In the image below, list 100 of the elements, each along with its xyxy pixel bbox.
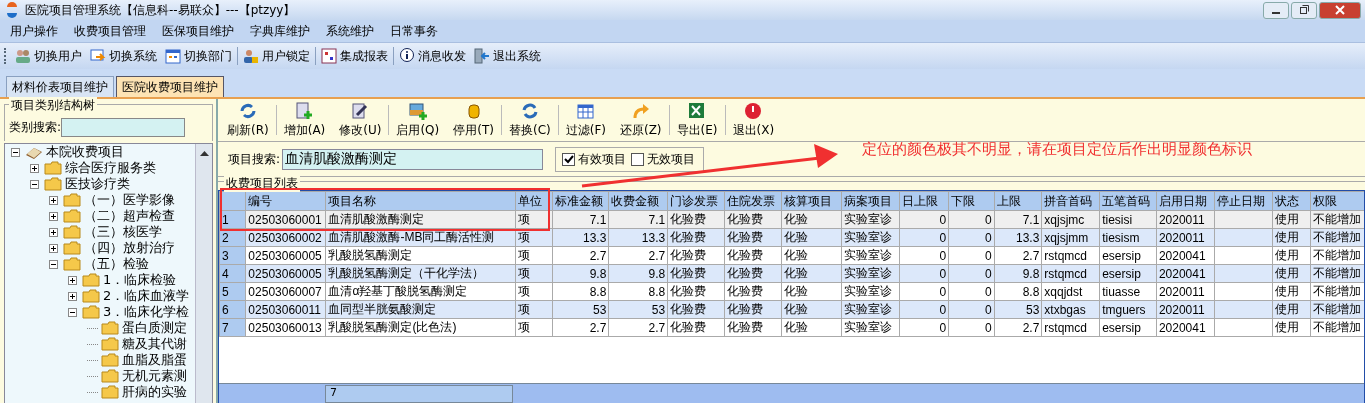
tree-item[interactable]: （四）放射治疗	[84, 239, 175, 257]
table-row[interactable]: 1 02503060001 血清肌酸激酶测定 项 7.1 7.1 化验费 化验费 化验 实验室诊 0 0 7.1 xqjsjmc tiesisi 2020011 使用 不能增加	[219, 210, 1364, 229]
minimize-icon	[1272, 12, 1280, 14]
menu-item[interactable]: 系统维护	[318, 22, 382, 40]
door-arrow-icon	[474, 48, 490, 64]
table-row[interactable]: 7 02503060013 乳酸脱氢酶测定(比色法) 项 2.7 2.7 化验费 化验费 化验 实验室诊 0 0 2.7 rstqmcd esersip 2020041 使用 不能增加	[219, 318, 1364, 337]
column-header[interactable]: 收费金额	[608, 191, 668, 211]
tree-item[interactable]: 蛋白质测定	[122, 319, 187, 337]
toolbar-button[interactable]: 集成报表	[318, 47, 391, 65]
table-cell: 项	[515, 318, 553, 337]
panel-title: 项目类别结构树	[9, 97, 97, 114]
menu-item[interactable]: 字典库维护	[242, 22, 318, 40]
expander-icon[interactable]	[30, 179, 41, 189]
column-header[interactable]: 拼音首码	[1041, 191, 1100, 211]
toolbar-button[interactable]: 退出系统	[471, 47, 544, 65]
expander-icon[interactable]	[49, 259, 60, 269]
menu-item[interactable]: 医保项目维护	[154, 22, 242, 40]
toolbar-button[interactable]: 导出(E)	[669, 101, 725, 139]
table-cell: 2.7	[608, 318, 668, 337]
table-row[interactable]: 5 02503060007 血清α羟基丁酸脱氢酶测定 项 8.8 8.8 化验费 化验费 化验 实验室诊 0 0 8.8 xqqjdst tiuasse 2020011 使用 不能增加	[219, 282, 1364, 301]
table-row[interactable]: 4 02503060005 乳酸脱氢酶测定（干化学法） 项 9.8 9.8 化验费 化验费 化验 实验室诊 0 0 9.8 rstqmcd esersip 2020041 使用 不能增加	[219, 264, 1364, 283]
restore-button[interactable]	[1291, 1, 1317, 19]
checkbox[interactable]	[631, 152, 645, 166]
checkbox-label: 有效项目	[578, 150, 627, 168]
expander-icon[interactable]	[49, 227, 60, 237]
column-header[interactable]: 病案项目	[841, 191, 900, 211]
toolbar-button[interactable]: 停用(T)	[446, 101, 501, 139]
tree-item[interactable]: 2．临床血液学	[103, 287, 190, 305]
expander-icon[interactable]	[49, 195, 60, 205]
column-header[interactable]: 标准金额	[552, 191, 609, 211]
minimize-button[interactable]	[1263, 1, 1289, 19]
expander-icon[interactable]	[49, 243, 60, 253]
toolbar-button[interactable]: 修改(U)	[332, 101, 389, 139]
tree-item[interactable]: 3．临床化学检	[103, 303, 190, 321]
toolbar-button[interactable]: 切换用户	[12, 47, 85, 65]
table-row[interactable]: 3 02503060005 乳酸脱氢酶测定 项 2.7 2.7 化验费 化验费 化验 实验室诊 0 0 2.7 rstqmcd esersip 2020041 使用 不能增加	[219, 246, 1364, 265]
tree-item[interactable]: 本院收费项目	[46, 144, 124, 161]
table-cell: 化验费	[667, 282, 725, 301]
category-search-field[interactable]	[61, 118, 186, 137]
table-cell: 02503060005	[245, 246, 326, 265]
column-header[interactable]: 上限	[994, 191, 1042, 211]
tree-item[interactable]: 综合医疗服务类	[65, 159, 156, 177]
expander-icon[interactable]	[68, 307, 79, 317]
table-cell: xqqjdst	[1041, 282, 1100, 301]
expander-icon[interactable]	[49, 211, 60, 221]
folder-icon	[101, 353, 119, 367]
item-search-field[interactable]: 血清肌酸激酶测定	[282, 148, 544, 170]
column-header[interactable]: 权限	[1310, 191, 1364, 211]
tree-item[interactable]: 医技诊疗类	[65, 175, 130, 193]
table-cell: rstqmcd	[1041, 246, 1100, 265]
tab[interactable]: 医院收费项目维护	[116, 76, 224, 97]
toolbar-button[interactable]: 增加(A)	[276, 101, 333, 139]
column-header[interactable]: 停止日期	[1214, 191, 1272, 211]
tree-item[interactable]: （三）核医学	[84, 223, 162, 241]
expander-icon[interactable]	[68, 291, 79, 301]
expander-icon[interactable]	[11, 147, 22, 157]
toolbar-button[interactable]: 过滤(F)	[558, 101, 613, 139]
checkbox[interactable]	[562, 152, 576, 166]
column-header[interactable]: 日上限	[899, 191, 949, 211]
column-header[interactable]: 项目名称	[325, 191, 516, 211]
toolbar-button[interactable]: 退出(X)	[725, 101, 782, 139]
menu-item[interactable]: 收费项目管理	[66, 22, 154, 40]
toolbar-button[interactable]: 消息收发	[396, 47, 469, 65]
tree-item[interactable]: （一）医学影像	[84, 191, 175, 209]
expander-icon[interactable]	[30, 163, 41, 173]
tree-item[interactable]: 糖及其代谢	[122, 335, 187, 353]
table-row[interactable]: 2 02503060002 血清肌酸激酶-MB同工酶活性测 项 13.3 13.3 化验费 化验费 化验 实验室诊 0 0 13.3 xqjsjmm tiesism 2020011 使用 不能增加	[219, 228, 1364, 247]
scroll-bar[interactable]	[195, 144, 212, 403]
tree-item[interactable]: 肝病的实验	[122, 383, 187, 401]
column-header[interactable]: 状态	[1272, 191, 1311, 211]
menu-item[interactable]: 用户操作	[2, 22, 66, 40]
toolbar-button[interactable]: 启用(Q)	[389, 101, 447, 139]
column-header[interactable]: 核算项目	[781, 191, 842, 211]
column-header[interactable]: 住院发票	[724, 191, 782, 211]
grid-icon	[321, 48, 337, 64]
tree-item[interactable]: 1．临床检验	[103, 271, 177, 289]
column-header[interactable]: 门诊发票	[667, 191, 725, 211]
table-cell: 使用	[1272, 318, 1311, 337]
toolbar-button[interactable]: 刷新(R)	[220, 101, 276, 139]
tree-item[interactable]: 无机元素测	[122, 367, 187, 385]
column-header[interactable]: 下限	[948, 191, 995, 211]
tree-item[interactable]: （二）超声检查	[84, 207, 175, 225]
folder-icon	[63, 209, 81, 223]
toolbar-button[interactable]: 用户锁定	[240, 47, 313, 65]
tree-item[interactable]: （五）检验	[84, 255, 149, 273]
table-cell: 2020041	[1156, 246, 1215, 265]
expander-icon[interactable]	[68, 275, 79, 285]
table-row[interactable]: 6 02503060011 血同型半胱氨酸测定 项 53 53 化验费 化验费 化验 实验室诊 0 0 53 xtxbgas tmguers 2020011 使用 不能增加	[219, 300, 1364, 319]
toolbar-button[interactable]: 切换部门	[162, 47, 235, 65]
column-header[interactable]: 五笔首码	[1099, 191, 1157, 211]
toolbar-button[interactable]: 还原(Z)	[612, 101, 669, 139]
toolbar-button[interactable]: 切换系统	[87, 47, 160, 65]
tab[interactable]: 材料价表项目维护	[6, 76, 114, 97]
table-cell: rstqmcd	[1041, 318, 1100, 337]
menu-item[interactable]: 日常事务	[382, 22, 446, 40]
toolbar-button[interactable]: 替换(C)	[501, 101, 558, 139]
close-button[interactable]	[1319, 1, 1361, 19]
column-header[interactable]: 编号	[245, 191, 326, 211]
column-header[interactable]: 启用日期	[1156, 191, 1215, 211]
tree-item[interactable]: 血脂及脂蛋	[122, 351, 187, 369]
